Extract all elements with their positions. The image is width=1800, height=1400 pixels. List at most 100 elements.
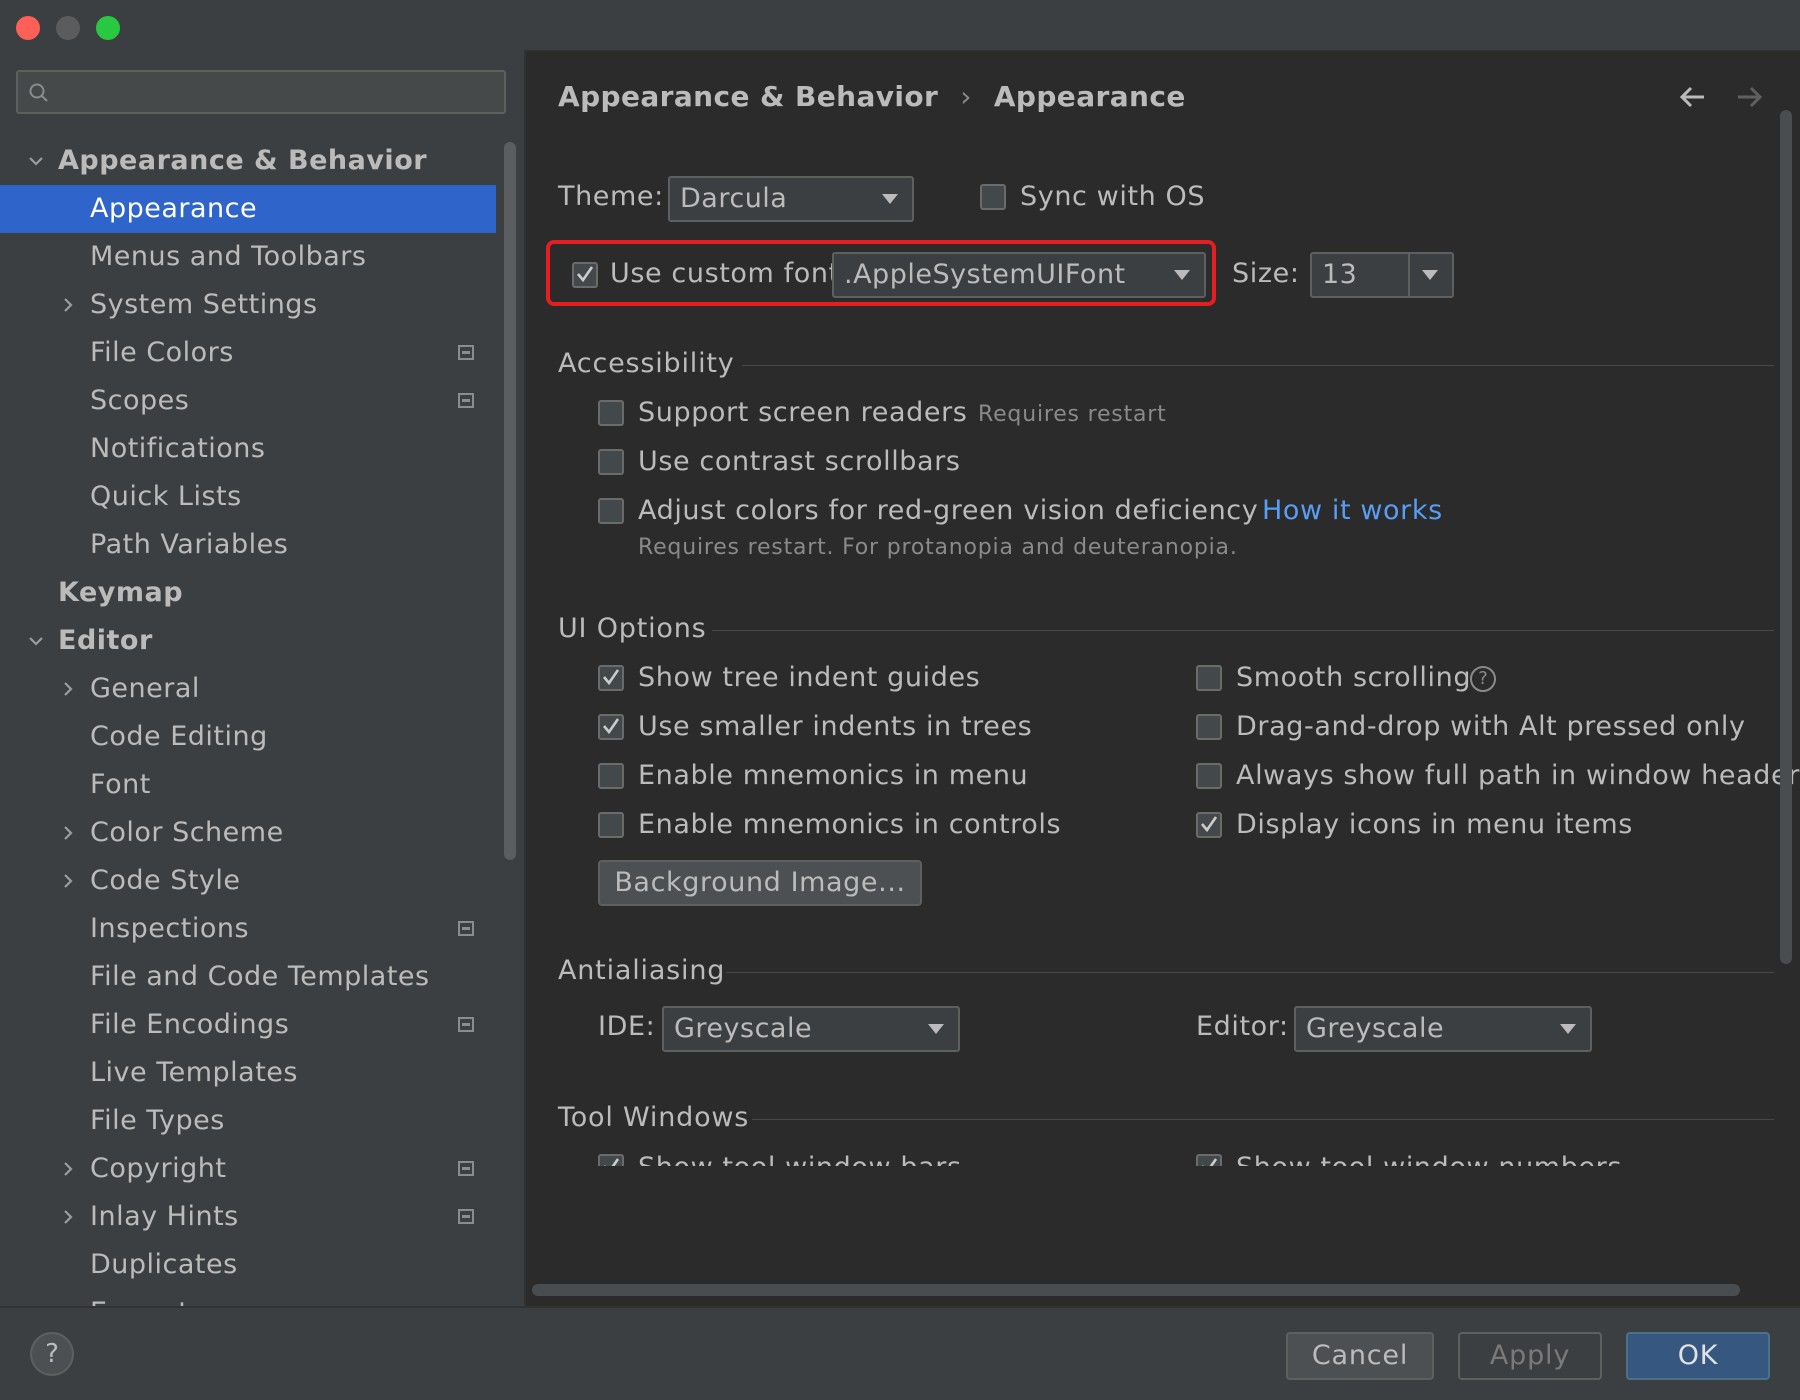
ide-antialiasing-combobox[interactable]: Greyscale [662,1006,960,1052]
sidebar-item-system-settings[interactable]: System Settings [0,281,496,329]
chevron-down-icon [1174,270,1190,280]
background-image-button[interactable]: Background Image... [598,860,922,906]
sidebar-item-label: Keymap [58,577,184,608]
settings-sidebar: Appearance & Behavior Appearance Menus and… [0,50,524,1306]
custom-font-combobox[interactable]: .AppleSystemUIFont [832,252,1206,298]
use-custom-font-checkbox[interactable] [572,262,598,288]
sync-with-os-checkbox[interactable] [980,184,1006,210]
theme-combobox[interactable]: Darcula [668,176,914,222]
sidebar-item-menus-and-toolbars[interactable]: Menus and Toolbars [0,233,496,281]
ui-options-section-title: UI Options [558,613,707,644]
sidebar-item-keymap[interactable]: Keymap [0,569,496,617]
chevron-right-icon[interactable] [56,1145,80,1193]
mnemonics-controls-checkbox[interactable] [598,812,624,838]
sidebar-item-inlay-hints[interactable]: Inlay Hints [0,1193,496,1241]
drag-drop-alt-checkbox[interactable] [1196,714,1222,740]
chevron-right-icon[interactable] [56,1193,80,1241]
project-level-icon [458,921,474,936]
sidebar-item-label: Path Variables [90,529,289,560]
section-divider [742,365,1774,366]
sidebar-item-appearance-behavior[interactable]: Appearance & Behavior [0,137,496,185]
adjust-colors-checkbox[interactable] [598,498,624,524]
how-it-works-link[interactable]: How it works [1262,495,1443,526]
chevron-right-icon[interactable] [56,809,80,857]
chevron-down-icon[interactable] [24,137,48,185]
settings-search-input[interactable] [16,70,506,114]
sidebar-item-label: Emmet [90,1289,189,1306]
sidebar-item-quick-lists[interactable]: Quick Lists [0,473,496,521]
font-size-combobox[interactable]: 13 [1310,252,1454,298]
sidebar-item-label: Copyright [90,1153,227,1184]
contrast-scrollbars-label: Use contrast scrollbars [638,446,961,477]
sidebar-item-label: Quick Lists [90,481,242,512]
support-screen-readers-checkbox[interactable] [598,400,624,426]
section-divider [712,630,1774,631]
mnemonics-menu-checkbox[interactable] [598,763,624,789]
show-tool-window-numbers-checkbox[interactable] [1196,1154,1222,1166]
font-size-label: Size: [1232,258,1300,289]
full-path-header-checkbox[interactable] [1196,763,1222,789]
editor-antialiasing-combobox[interactable]: Greyscale [1294,1006,1592,1052]
tree-indent-guides-checkbox[interactable] [598,665,624,691]
zoom-window-button[interactable] [96,16,120,40]
sidebar-item-code-editing[interactable]: Code Editing [0,713,496,761]
icons-menu-items-checkbox[interactable] [1196,812,1222,838]
sync-with-os-label: Sync with OS [1020,181,1206,212]
breadcrumb-current: Appearance [993,80,1186,113]
minimize-window-button[interactable] [56,16,80,40]
sidebar-item-label: Code Style [90,865,241,896]
chevron-down-icon[interactable] [24,617,48,665]
smaller-indents-checkbox[interactable] [598,714,624,740]
drag-drop-alt-label: Drag-and-drop with Alt pressed only [1236,711,1746,742]
sidebar-item-file-and-code-templates[interactable]: File and Code Templates [0,953,496,1001]
chevron-right-icon[interactable] [56,857,80,905]
breadcrumb-parent[interactable]: Appearance & Behavior [558,80,938,113]
sidebar-item-duplicates[interactable]: Duplicates [0,1241,496,1289]
sidebar-item-scopes[interactable]: Scopes [0,377,496,425]
sidebar-item-font[interactable]: Font [0,761,496,809]
sidebar-item-color-scheme[interactable]: Color Scheme [0,809,496,857]
sidebar-item-label: Font [90,769,151,800]
sidebar-item-copyright[interactable]: Copyright [0,1145,496,1193]
sidebar-item-notifications[interactable]: Notifications [0,425,496,473]
arrow-right-icon[interactable] [1732,80,1766,114]
tree-indent-guides-label: Show tree indent guides [638,662,981,693]
apply-button[interactable]: Apply [1458,1332,1602,1380]
show-tool-window-numbers-label: Show tool window numbers [1236,1152,1622,1166]
sidebar-item-code-style[interactable]: Code Style [0,857,496,905]
sidebar-scrollbar[interactable] [504,142,516,860]
arrow-left-icon[interactable] [1676,80,1710,114]
sidebar-item-file-types[interactable]: File Types [0,1097,496,1145]
chevron-right-icon[interactable] [56,665,80,713]
sidebar-item-editor[interactable]: Editor [0,617,496,665]
chevron-right-icon[interactable] [56,281,80,329]
project-level-icon [458,345,474,360]
close-window-button[interactable] [16,16,40,40]
panel-vertical-scrollbar[interactable] [1780,110,1792,964]
tool-windows-section-title: Tool Windows [558,1102,750,1133]
sidebar-item-file-colors[interactable]: File Colors [0,329,496,377]
sidebar-item-emmet[interactable]: Emmet [0,1289,496,1306]
sidebar-item-file-encodings[interactable]: File Encodings [0,1001,496,1049]
show-tool-window-bars-checkbox[interactable] [598,1154,624,1166]
adjust-colors-label: Adjust colors for red-green vision defic… [638,495,1259,526]
ok-button[interactable]: OK [1626,1332,1770,1380]
chevron-right-icon[interactable] [56,1289,80,1306]
chevron-down-icon [882,194,898,204]
panel-horizontal-scrollbar[interactable] [532,1284,1740,1296]
adjust-colors-hint: Requires restart. For protanopia and deu… [638,535,1238,560]
checkmark-icon [603,718,620,735]
project-level-icon [458,1209,474,1224]
help-question-icon[interactable]: ? [1470,666,1496,692]
sidebar-item-inspections[interactable]: Inspections [0,905,496,953]
section-divider [726,972,1774,973]
sidebar-item-general[interactable]: General [0,665,496,713]
cancel-button[interactable]: Cancel [1286,1332,1434,1380]
sidebar-item-appearance[interactable]: Appearance [0,185,496,233]
sidebar-item-path-variables[interactable]: Path Variables [0,521,496,569]
smooth-scrolling-checkbox[interactable] [1196,665,1222,691]
contrast-scrollbars-checkbox[interactable] [598,449,624,475]
help-button[interactable]: ? [30,1332,74,1376]
breadcrumb-separator: › [960,80,972,113]
sidebar-item-live-templates[interactable]: Live Templates [0,1049,496,1097]
